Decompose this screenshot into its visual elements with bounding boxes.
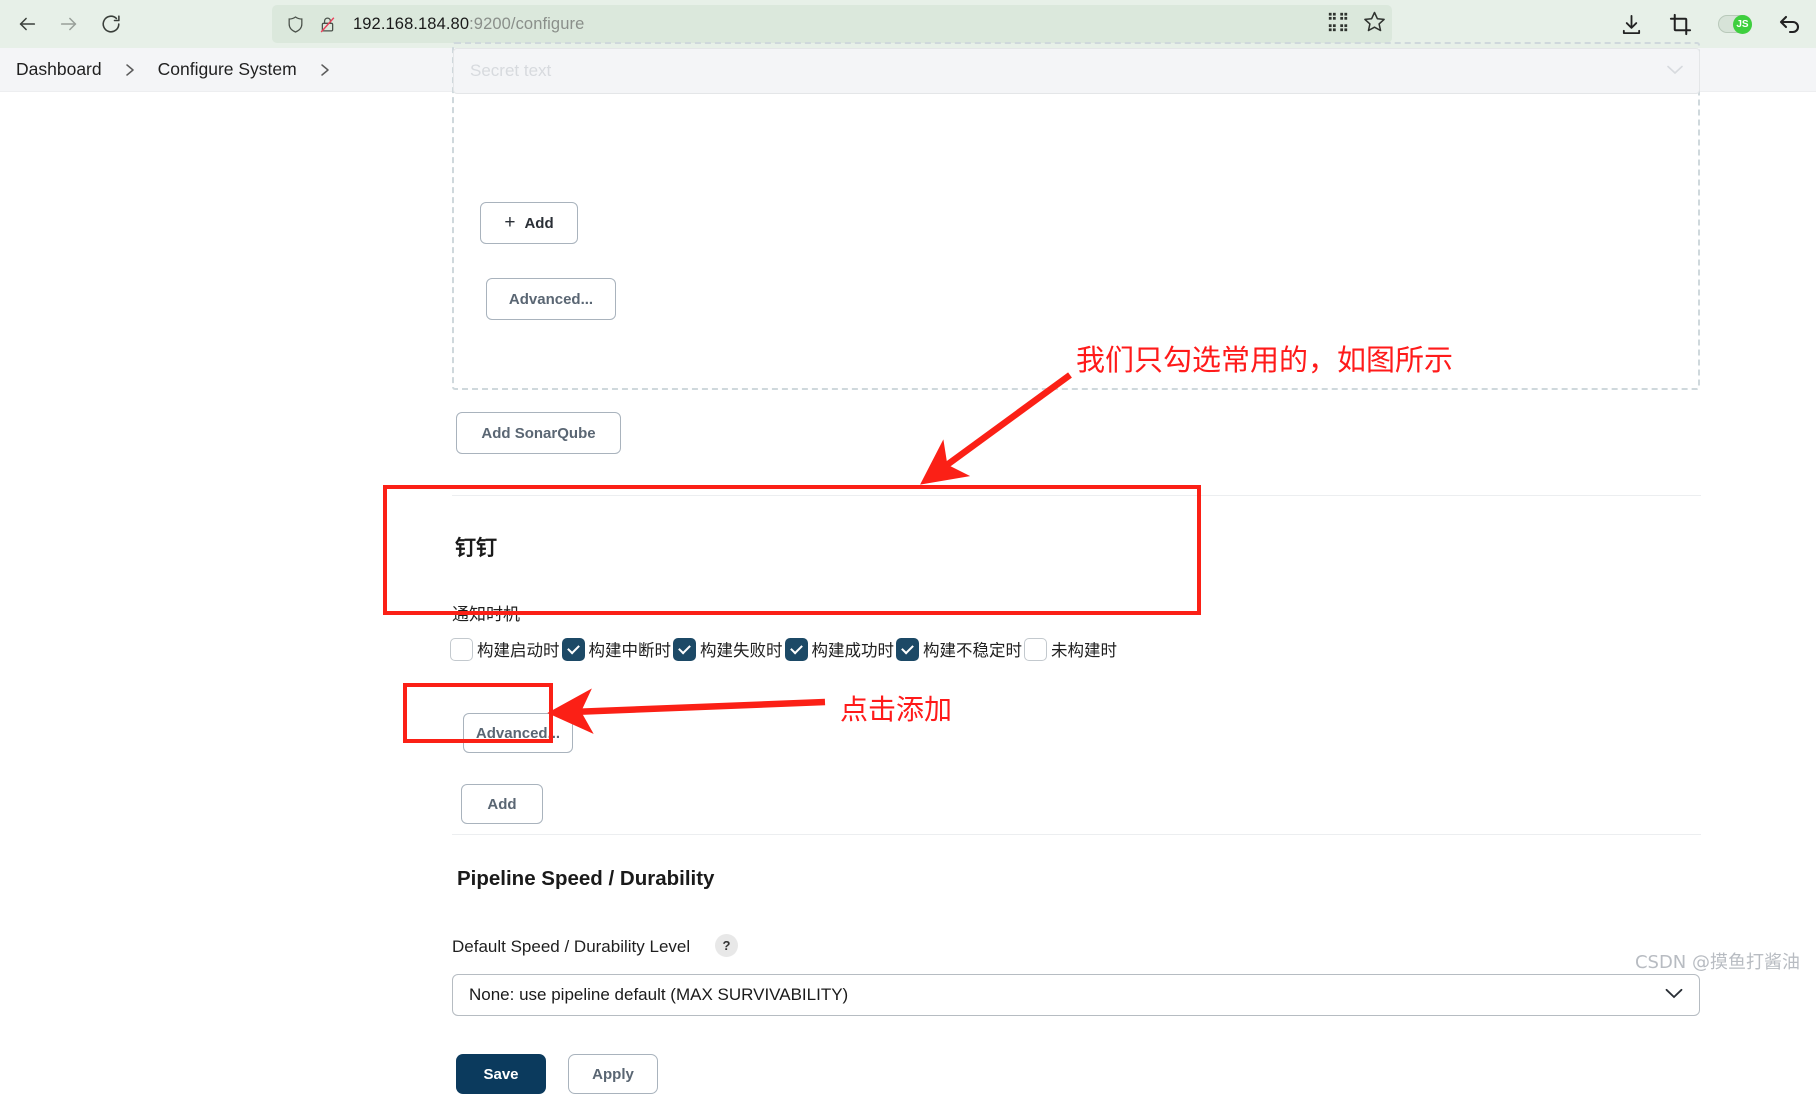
url-path: :9200/configure bbox=[469, 15, 584, 33]
checkbox-not-built-label: 未构建时 bbox=[1051, 637, 1117, 661]
add-button-dingding[interactable]: Add bbox=[461, 784, 543, 824]
durability-level-label: Default Speed / Durability Level bbox=[452, 937, 690, 957]
apply-button[interactable]: Apply bbox=[568, 1054, 658, 1094]
advanced-button-top[interactable]: Advanced... bbox=[486, 278, 616, 320]
add-button-top-label: Add bbox=[524, 215, 553, 232]
forward-arrow-icon bbox=[58, 13, 80, 35]
section-divider-2 bbox=[452, 834, 1701, 835]
configure-system-page: Secret text + Add Advanced... Add SonarQ… bbox=[0, 92, 1816, 982]
js-toggle[interactable]: JS bbox=[1718, 15, 1752, 33]
star-icon[interactable] bbox=[1363, 10, 1386, 38]
plus-icon: + bbox=[504, 212, 515, 234]
checkbox-build-success[interactable]: 构建成功时 bbox=[785, 637, 895, 661]
annotation-note-1: 我们只勾选常用的，如图所示 bbox=[1076, 337, 1453, 379]
forward-button[interactable] bbox=[50, 5, 88, 43]
download-icon[interactable] bbox=[1620, 13, 1643, 36]
checkbox-build-unstable-box[interactable] bbox=[896, 638, 919, 661]
crop-icon[interactable] bbox=[1669, 13, 1692, 36]
breadcrumb-separator-2 bbox=[305, 63, 345, 77]
back-button[interactable] bbox=[8, 5, 46, 43]
checkbox-build-failed[interactable]: 构建失败时 bbox=[673, 637, 783, 661]
checkbox-build-unstable[interactable]: 构建不稳定时 bbox=[896, 637, 1022, 661]
chevron-right-icon bbox=[124, 63, 136, 77]
annotation-note-2: 点击添加 bbox=[840, 688, 952, 728]
reload-button[interactable] bbox=[92, 5, 130, 43]
durability-level-selected-value: None: use pipeline default (MAX SURVIVAB… bbox=[469, 985, 848, 1005]
browser-nav-buttons bbox=[0, 5, 130, 43]
browser-action-icons: JS bbox=[1620, 5, 1802, 43]
add-button-top[interactable]: + Add bbox=[480, 202, 578, 244]
section-title-pipeline: Pipeline Speed / Durability bbox=[457, 867, 714, 891]
checkbox-build-success-label: 构建成功时 bbox=[812, 637, 895, 661]
checkbox-build-aborted[interactable]: 构建中断时 bbox=[562, 637, 672, 661]
url-bar-right-icons bbox=[1327, 9, 1386, 39]
durability-level-select[interactable]: None: use pipeline default (MAX SURVIVAB… bbox=[452, 974, 1700, 1016]
qr-code-icon[interactable] bbox=[1327, 11, 1349, 38]
checkbox-build-aborted-box[interactable] bbox=[562, 638, 585, 661]
checkbox-build-aborted-label: 构建中断时 bbox=[589, 637, 672, 661]
breadcrumb-separator bbox=[110, 63, 150, 77]
checkbox-not-built-box[interactable] bbox=[1024, 638, 1047, 661]
lock-slash-icon[interactable] bbox=[318, 14, 337, 35]
chevron-down-icon bbox=[1667, 62, 1683, 80]
back-arrow-icon bbox=[16, 13, 38, 35]
save-button[interactable]: Save bbox=[456, 1054, 546, 1094]
secret-text-field[interactable]: Secret text bbox=[453, 48, 1700, 94]
url-bar-icons bbox=[282, 14, 337, 35]
url-text: 192.168.184.80:9200/configure bbox=[353, 15, 584, 34]
js-toggle-label: JS bbox=[1733, 15, 1752, 34]
checkbox-not-built[interactable]: 未构建时 bbox=[1024, 637, 1117, 661]
chevron-right-icon bbox=[319, 63, 331, 77]
checkbox-build-start-box[interactable] bbox=[450, 638, 473, 661]
section-divider-1 bbox=[452, 495, 1701, 496]
advanced-button-dingding[interactable]: Advanced... bbox=[463, 713, 573, 753]
checkbox-build-start[interactable]: 构建启动时 bbox=[450, 637, 560, 661]
notify-timing-label: 通知时机 bbox=[452, 600, 520, 625]
url-host: 192.168.184.80 bbox=[353, 15, 469, 33]
notify-timing-checkbox-group: 构建启动时 构建中断时 构建失败时 构建成功时 构建不稳定时 未构建时 bbox=[450, 637, 1119, 661]
checkbox-build-unstable-label: 构建不稳定时 bbox=[923, 637, 1022, 661]
section-title-dingding: 钉钉 bbox=[455, 532, 497, 562]
checkbox-build-success-box[interactable] bbox=[785, 638, 808, 661]
secret-text-placeholder: Secret text bbox=[470, 61, 551, 81]
checkbox-build-failed-label: 构建失败时 bbox=[700, 637, 783, 661]
shield-icon[interactable] bbox=[286, 14, 305, 35]
browser-toolbar: 192.168.184.80:9200/configure bbox=[0, 0, 1816, 48]
breadcrumb-item-configure-system[interactable]: Configure System bbox=[150, 59, 305, 80]
undo-arrow-icon[interactable] bbox=[1778, 12, 1802, 36]
help-icon[interactable]: ? bbox=[715, 934, 738, 957]
breadcrumb-item-dashboard[interactable]: Dashboard bbox=[8, 59, 110, 80]
checkbox-build-failed-box[interactable] bbox=[673, 638, 696, 661]
watermark: CSDN @摸鱼打酱油 bbox=[1635, 948, 1800, 974]
url-bar[interactable]: 192.168.184.80:9200/configure bbox=[272, 5, 1392, 43]
add-sonarqube-button[interactable]: Add SonarQube bbox=[456, 412, 621, 454]
chevron-down-icon bbox=[1665, 986, 1683, 1004]
checkbox-build-start-label: 构建启动时 bbox=[477, 637, 560, 661]
reload-icon bbox=[100, 13, 122, 35]
